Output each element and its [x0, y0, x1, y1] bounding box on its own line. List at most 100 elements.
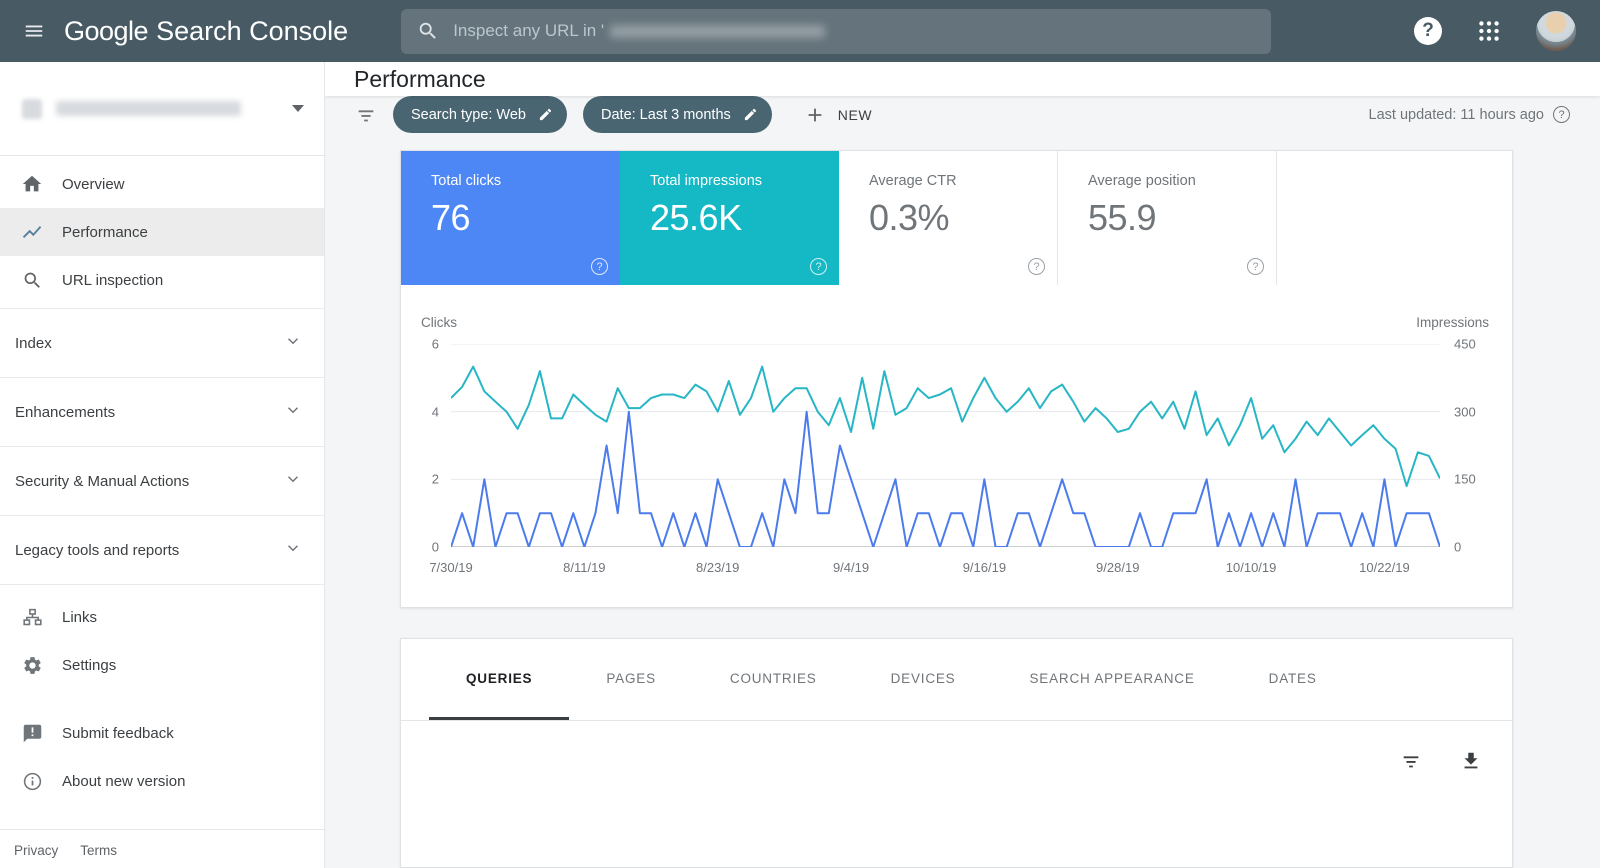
property-name-blurred — [56, 101, 241, 116]
x-axis-tick: 10/10/19 — [1225, 560, 1277, 575]
help-circle-icon[interactable]: ? — [1553, 106, 1570, 123]
chart-plot-area[interactable] — [451, 344, 1440, 547]
right-axis-tick: 150 — [1454, 471, 1476, 487]
chevron-down-icon — [284, 332, 302, 354]
info-icon — [20, 769, 44, 793]
sidebar-item-performance[interactable]: Performance — [0, 208, 324, 256]
last-updated: Last updated: 11 hours ago ? — [1369, 106, 1570, 123]
sidebar-section-legacy-tools[interactable]: Legacy tools and reports — [0, 516, 324, 585]
tab-queries[interactable]: QUERIES — [429, 639, 570, 720]
metric-cards: Total clicks 76 ? Total impressions 25.6… — [401, 151, 1512, 285]
tab-search-appearance[interactable]: SEARCH APPEARANCE — [993, 639, 1232, 720]
metric-value: 25.6K — [650, 197, 742, 238]
property-selector[interactable] — [0, 62, 324, 156]
page-header: Performance — [325, 62, 1600, 96]
tab-countries[interactable]: COUNTRIES — [693, 639, 854, 720]
chip-label: Date: Last 3 months — [601, 106, 731, 123]
chevron-down-icon — [284, 470, 302, 492]
feedback-icon — [20, 721, 44, 745]
app-logo[interactable]: Google Search Console — [64, 16, 348, 47]
metric-label: Average position — [1088, 173, 1196, 189]
chart-svg — [451, 344, 1440, 547]
page-title: Performance — [354, 65, 486, 92]
table-toolbar — [401, 721, 1512, 801]
sidebar-section-enhancements[interactable]: Enhancements — [0, 378, 324, 447]
sidebar-item-about-new-version[interactable]: About new version — [0, 757, 324, 805]
sidebar-section-security-manual-actions[interactable]: Security & Manual Actions — [0, 447, 324, 516]
pencil-icon — [744, 108, 756, 121]
download-icon[interactable] — [1460, 750, 1482, 772]
tab-pages[interactable]: PAGES — [569, 639, 693, 720]
sidebar-item-label: Links — [62, 608, 98, 626]
filter-list-icon[interactable] — [355, 104, 377, 126]
metric-value: 55.9 — [1088, 197, 1157, 238]
left-axis-tick: 4 — [431, 404, 439, 420]
sitemap-icon — [20, 605, 44, 629]
sidebar-item-label: Performance — [62, 223, 148, 241]
avatar[interactable] — [1536, 11, 1576, 51]
filter-bar: Search type: Web Date: Last 3 months NEW… — [325, 96, 1600, 133]
dimensions-table-panel: QUERIES PAGES COUNTRIES DEVICES SEARCH A… — [400, 638, 1513, 868]
series-line-impressions[interactable] — [451, 367, 1440, 487]
plus-icon — [808, 108, 822, 121]
right-axis-tick: 300 — [1454, 404, 1476, 420]
new-filter-button[interactable]: NEW — [804, 104, 872, 126]
metric-average-position[interactable]: Average position 55.9 ? — [1058, 151, 1277, 285]
metric-value: 0.3% — [869, 197, 950, 238]
left-axis-ticks: 0 2 4 6 — [401, 337, 451, 555]
metric-average-ctr[interactable]: Average CTR 0.3% ? — [839, 151, 1058, 285]
performance-chart-panel: Total clicks 76 ? Total impressions 25.6… — [400, 150, 1513, 608]
filter-chip-search-type[interactable]: Search type: Web — [393, 96, 567, 133]
help-circle-icon[interactable]: ? — [591, 258, 608, 275]
sidebar-footer: Privacy Terms — [0, 829, 324, 868]
metric-label: Average CTR — [869, 173, 957, 189]
help-icon[interactable]: ? — [1414, 17, 1442, 45]
filter-chip-date[interactable]: Date: Last 3 months — [583, 96, 772, 133]
metric-total-impressions[interactable]: Total impressions 25.6K ? — [620, 151, 839, 285]
left-axis-tick: 0 — [431, 539, 439, 555]
right-axis-tick: 450 — [1454, 336, 1476, 352]
left-axis-tick: 6 — [431, 336, 439, 352]
property-favicon-blurred — [22, 98, 42, 119]
metric-total-clicks[interactable]: Total clicks 76 ? — [401, 151, 620, 285]
last-updated-text: Last updated: 11 hours ago — [1368, 106, 1544, 123]
help-circle-icon[interactable]: ? — [810, 258, 827, 275]
privacy-link[interactable]: Privacy — [14, 843, 58, 858]
metric-filler — [1277, 151, 1512, 285]
table-filter-icon[interactable] — [1400, 750, 1422, 772]
x-axis-tick: 7/30/19 — [429, 560, 473, 575]
tab-devices[interactable]: DEVICES — [854, 639, 993, 720]
url-inspection-input[interactable]: Inspect any URL in ' — [401, 8, 1272, 54]
hamburger-menu-icon[interactable] — [14, 11, 54, 51]
sidebar-item-url-inspection[interactable]: URL inspection — [0, 256, 324, 304]
left-axis-tick: 2 — [431, 471, 439, 487]
logo-google-text: Google — [64, 15, 149, 46]
sidebar-item-settings[interactable]: Settings — [0, 641, 324, 689]
metric-value: 76 — [431, 197, 471, 238]
sidebar-item-overview[interactable]: Overview — [0, 160, 324, 208]
chip-label: Search type: Web — [411, 106, 526, 123]
section-label: Security & Manual Actions — [15, 472, 190, 490]
sidebar-section-index[interactable]: Index — [0, 309, 324, 378]
main-content: Performance Search type: Web Date: Last … — [325, 62, 1600, 868]
section-label: Enhancements — [15, 403, 116, 421]
right-axis-tick: 0 — [1454, 539, 1462, 555]
google-apps-grid-icon[interactable] — [1476, 18, 1502, 44]
terms-link[interactable]: Terms — [80, 843, 117, 858]
x-axis-labels: 7/30/19 8/11/19 8/23/19 9/4/19 9/16/19 9/28/1… — [429, 547, 1440, 581]
time-series-chart[interactable]: Clicks Impressions 0 2 4 6 0 150 300 450 7/30/… — [401, 285, 1512, 607]
help-circle-icon[interactable]: ? — [1247, 258, 1264, 275]
tab-dates[interactable]: DATES — [1232, 639, 1354, 720]
help-circle-icon[interactable]: ? — [1028, 258, 1045, 275]
chevron-down-icon — [292, 105, 304, 112]
home-icon — [20, 172, 44, 196]
x-axis-tick: 8/11/19 — [563, 560, 606, 575]
x-axis-tick: 9/16/19 — [962, 560, 1007, 575]
new-button-label: NEW — [837, 106, 873, 123]
sidebar-item-label: URL inspection — [62, 271, 164, 289]
metric-label: Total impressions — [650, 173, 763, 189]
sidebar-item-submit-feedback[interactable]: Submit feedback — [0, 709, 324, 757]
chevron-down-icon — [284, 539, 302, 561]
sidebar-item-links[interactable]: Links — [0, 593, 324, 641]
search-placeholder: Inspect any URL in ' — [453, 21, 605, 40]
